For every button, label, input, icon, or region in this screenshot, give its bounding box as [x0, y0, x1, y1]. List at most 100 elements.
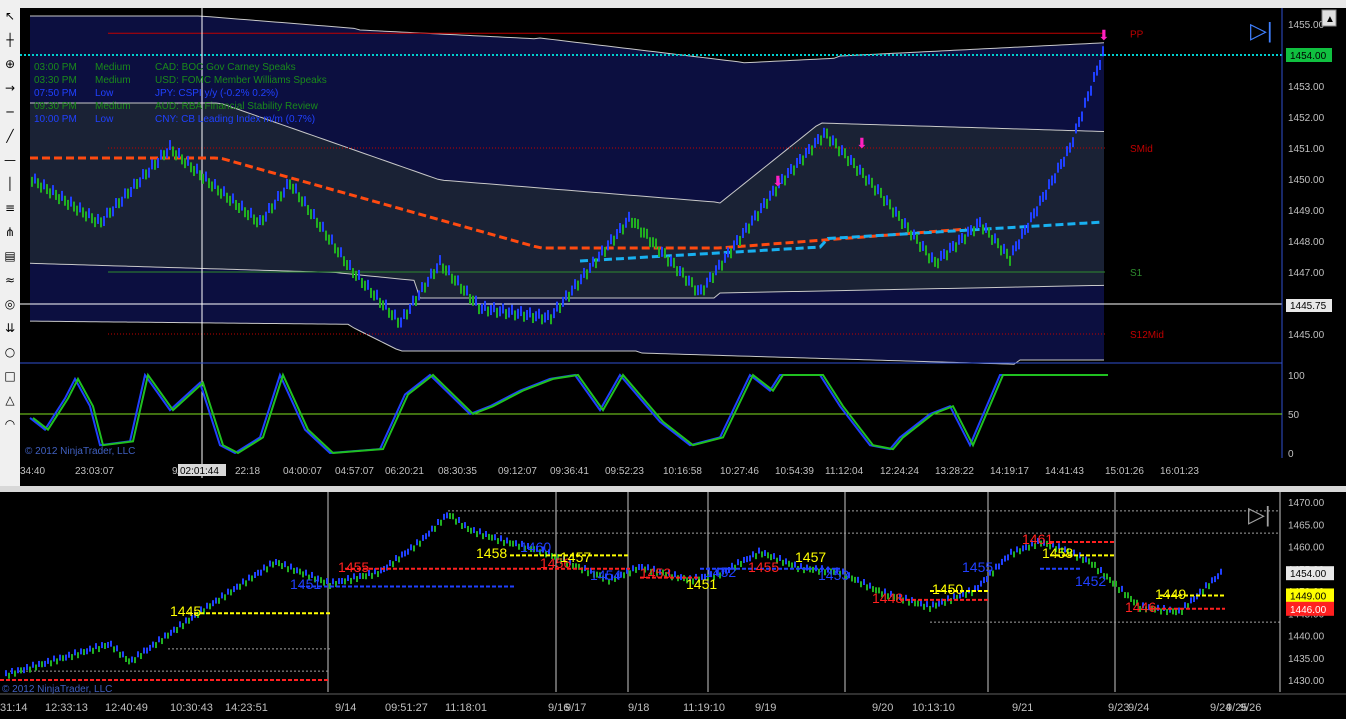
copyright-text: © 2012 NinjaTrader, LLC — [2, 684, 112, 695]
level-label-s12mid: S12Mid — [1130, 330, 1164, 341]
time-tick-label: 15:01:26 — [1105, 466, 1144, 477]
time-tick-label: 14:23:51 — [225, 702, 268, 714]
price-tick-label: 1470.00 — [1288, 498, 1325, 509]
vline-icon[interactable]: │ — [2, 176, 18, 192]
lower-plot-area[interactable] — [0, 492, 1280, 692]
time-tick-label: 9/23 — [1108, 702, 1129, 714]
channel-icon[interactable]: ⇊ — [2, 320, 18, 336]
pitchfork-icon[interactable]: ⋔ — [2, 224, 18, 240]
news-text: CNY: CB Leading Index m/m (0.7%) — [155, 114, 315, 125]
lower-price-pane[interactable]: 1445 1451 1455 1458 1460 1456 1457 1454 1453 1451… — [0, 492, 1346, 714]
price-level-label: 1448 — [872, 590, 903, 606]
line-icon[interactable]: ─ — [2, 104, 18, 120]
level-label-pp: PP — [1130, 29, 1144, 40]
news-impact: Medium — [95, 62, 131, 73]
level-label-smid: SMid — [1130, 144, 1153, 155]
rectangle-icon[interactable]: □ — [2, 368, 18, 384]
gann-icon[interactable]: ◎ — [2, 296, 18, 312]
arrow-icon[interactable]: → — [2, 80, 18, 96]
play-icon[interactable]: ▷| — [1248, 502, 1271, 527]
price-level-label: 1446 — [1125, 599, 1156, 615]
time-tick-label: 9/21 — [1012, 702, 1033, 714]
price-tick-label: 1449.00 — [1288, 206, 1325, 217]
copyright-text: © 2012 NinjaTrader, LLC — [25, 446, 135, 457]
crosshair-icon[interactable]: ┼ — [2, 32, 18, 48]
news-time: 03:30 PM — [34, 75, 77, 86]
time-tick-label: 12:33:13 — [45, 702, 88, 714]
time-tick-label: 9/26 — [1240, 702, 1261, 714]
zoom-icon[interactable]: ⊕ — [2, 56, 18, 72]
price-tick-label: 1448.00 — [1288, 237, 1325, 248]
price-level-label: 1449 — [1155, 586, 1186, 602]
price-level-label: 1455 — [338, 559, 369, 575]
price-level-label: 1457 — [560, 549, 591, 565]
main-price-pane[interactable]: PP SMid S1 S12Mid ⬇ ⬇ ⬇ 03:00 PM Medium CAD: BOC … — [20, 8, 1346, 486]
time-tick-label: 10:54:39 — [775, 466, 814, 477]
price-level-label: 1458 — [1042, 545, 1073, 561]
time-tick-label: 9/14 — [335, 702, 356, 714]
price-level-label: 1455 — [748, 559, 779, 575]
time-tick-label: 11:19:10 — [683, 702, 725, 714]
time-tick-label: 06:20:21 — [385, 466, 424, 477]
price-level-label: 1452 — [1075, 573, 1106, 589]
chevron-up-icon[interactable]: ▲ — [1325, 14, 1335, 25]
time-tick-label: 11:12:04 — [825, 466, 864, 477]
price-tick-label: 1435.00 — [1288, 654, 1325, 665]
ellipse-icon[interactable]: ○ — [2, 344, 18, 360]
yellow-price-label: 1449.00 — [1290, 591, 1327, 602]
ray-icon[interactable]: ╱ — [2, 128, 18, 144]
news-time: 03:00 PM — [34, 62, 77, 73]
signal-arrow-down-icon: ⬇ — [1098, 27, 1110, 43]
hline-icon[interactable]: — — [2, 152, 18, 168]
price-tick-label: 1440.00 — [1288, 632, 1325, 643]
regression-icon[interactable]: ▤ — [2, 248, 18, 264]
price-level-label: 1458 — [476, 545, 507, 561]
play-icon[interactable]: ▷| — [1250, 18, 1273, 43]
time-tick-label: 16:01:23 — [1160, 466, 1199, 477]
time-cursor-label: 02:01:44 — [180, 466, 219, 477]
time-tick-label: 04:57:07 — [335, 466, 374, 477]
news-impact: Low — [95, 114, 114, 125]
time-tick-label: 10:30:43 — [170, 702, 213, 714]
price-tick-label: 1430.00 — [1288, 676, 1325, 687]
news-time: 07:50 PM — [34, 88, 77, 99]
current-price-label: 1454.00 — [1290, 51, 1327, 62]
triangle-icon[interactable]: △ — [2, 392, 18, 408]
signal-arrow-down-icon: ⬇ — [772, 173, 784, 189]
time-tick-label: 14:19:17 — [990, 466, 1029, 477]
fib-icon[interactable]: ≡ — [2, 200, 18, 216]
price-level-label: 1455 — [962, 559, 993, 575]
time-tick-label: 31:14 — [0, 702, 28, 714]
time-tick-label: 11:18:01 — [445, 702, 487, 714]
level-label-s1: S1 — [1130, 268, 1143, 279]
time-tick-label: 14:41:43 — [1045, 466, 1084, 477]
news-impact: Low — [95, 88, 114, 99]
price-tick-label: 1453.00 — [1288, 82, 1325, 93]
time-tick-label: 9/24 — [1128, 702, 1149, 714]
price-level-label: 1453 — [818, 567, 849, 583]
price-level-label: 1445 — [170, 603, 201, 619]
arc-icon[interactable]: ◠ — [2, 416, 18, 432]
time-tick-label: 13:28:22 — [935, 466, 974, 477]
news-text: JPY: CSPI y/y (-0.2% 0.2%) — [155, 88, 278, 99]
red-price-label: 1446.00 — [1290, 605, 1327, 616]
news-text: CAD: BOC Gov Carney Speaks — [155, 62, 296, 73]
andrews-icon[interactable]: ≈ — [2, 272, 18, 288]
price-level-label: 1457 — [795, 549, 826, 565]
time-tick-label: 09:12:07 — [498, 466, 537, 477]
time-tick-label: 10:13:10 — [912, 702, 955, 714]
price-level-label: 1460 — [520, 539, 551, 555]
time-tick-label: 9/20 — [872, 702, 893, 714]
osc-tick-label: 50 — [1288, 410, 1300, 421]
price-tick-label: 1452.00 — [1288, 113, 1325, 124]
pointer-icon[interactable]: ↖ — [2, 8, 18, 24]
news-text: USD: FOMC Member Williams Speaks — [155, 75, 327, 86]
time-tick-label: 22:18 — [235, 466, 260, 477]
time-tick-label: 10:16:58 — [663, 466, 702, 477]
price-level-label: 1452 — [705, 564, 736, 580]
time-tick-label: 23:03:07 — [75, 466, 114, 477]
time-tick-label: 34:40 — [20, 466, 45, 477]
time-tick-label: 04:00:07 — [283, 466, 322, 477]
news-impact: Medium — [95, 101, 131, 112]
signal-arrow-down-icon: ⬇ — [856, 135, 868, 151]
